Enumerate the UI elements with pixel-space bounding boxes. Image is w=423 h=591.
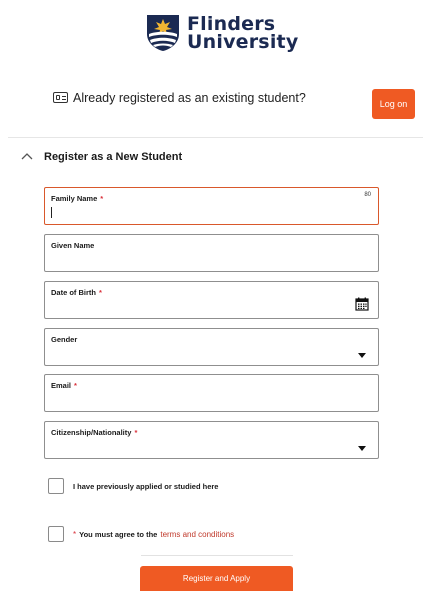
id-card-icon [53,92,68,103]
terms-row: * You must agree to the terms and condit… [48,526,234,542]
given-name-label: Given Name [51,241,95,250]
date-of-birth-field[interactable]: Date of Birth * [44,281,379,319]
chevron-up-icon [21,153,33,160]
section-divider [8,137,423,138]
family-name-input[interactable] [51,206,351,220]
register-and-apply-button[interactable]: Register and Apply [140,566,293,591]
gender-label: Gender [51,335,78,344]
date-of-birth-input[interactable] [51,300,331,314]
section-title: Register as a New Student [44,151,183,163]
previously-applied-label: I have previously applied or studied her… [73,481,219,491]
character-counter: 80 [364,192,371,198]
gender-select[interactable]: Gender [44,328,379,366]
terms-and-conditions-link[interactable]: terms and conditions [160,530,234,539]
button-divider [141,555,293,556]
shield-logo-icon [147,15,179,51]
logo-line-2: University [187,31,299,53]
existing-student-row: Already registered as an existing studen… [0,86,423,126]
given-name-field[interactable]: Given Name [44,234,379,272]
terms-label: You must agree to the [79,529,158,539]
email-label: Email * [51,381,77,390]
new-student-section-toggle[interactable]: Register as a New Student [20,150,182,164]
logo-wordmark: Flinders University [187,15,299,53]
university-logo: Flinders University [146,14,298,52]
previously-applied-checkbox[interactable] [48,478,64,494]
existing-student-text: Already registered as an existing studen… [73,91,306,105]
citizenship-label: Citizenship/Nationality * [51,428,138,437]
log-on-button[interactable]: Log on [372,89,415,119]
calendar-icon[interactable] [355,297,369,311]
email-field[interactable]: Email * [44,374,379,412]
family-name-label: Family Name * [51,194,104,203]
previously-applied-row: I have previously applied or studied her… [48,478,218,494]
family-name-field[interactable]: Family Name * 80 [44,187,379,225]
dropdown-arrow-icon [358,446,366,451]
date-of-birth-label: Date of Birth * [51,288,102,297]
given-name-input[interactable] [51,253,351,267]
terms-checkbox[interactable] [48,526,64,542]
citizenship-select[interactable]: Citizenship/Nationality * [44,421,379,459]
required-marker: * [73,529,77,539]
dropdown-arrow-icon [358,353,366,358]
email-input[interactable] [51,393,351,407]
